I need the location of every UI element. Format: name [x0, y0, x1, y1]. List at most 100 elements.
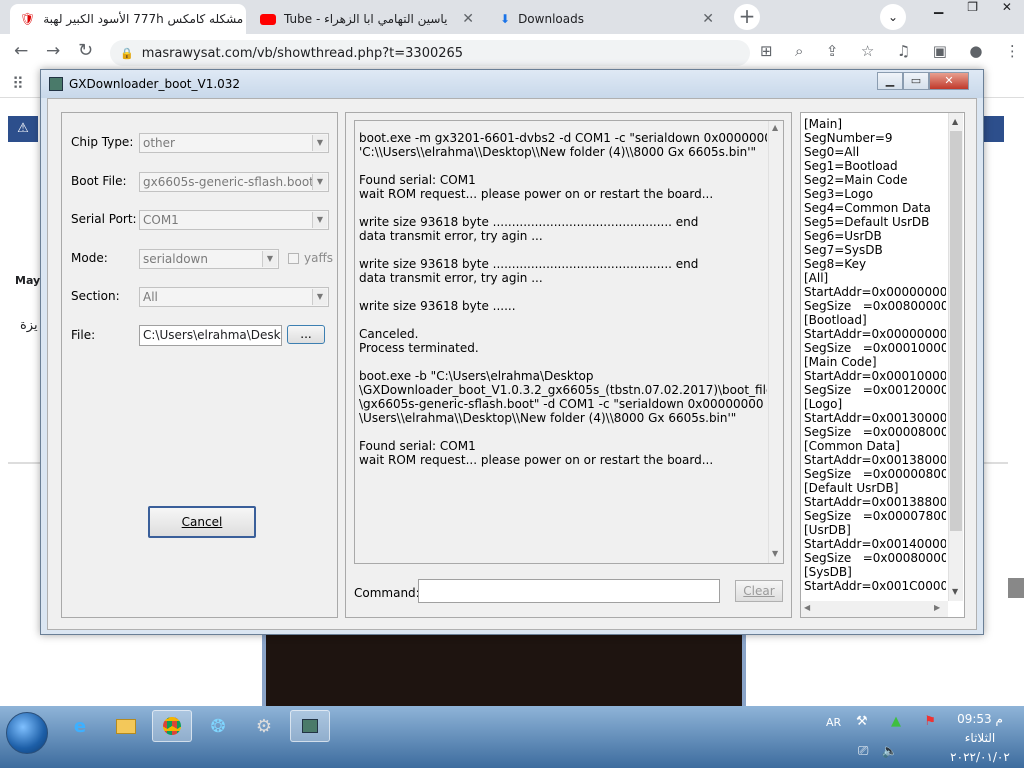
scroll-down-icon[interactable]: ▼: [772, 549, 778, 558]
config-panel[interactable]: [Main] SegNumber=9 Seg0=All Seg1=Bootloa…: [800, 112, 965, 618]
chevron-down-icon: ▼: [312, 135, 327, 151]
media-icon[interactable]: ♫: [897, 42, 910, 64]
yaffs-label: yaffs: [304, 251, 333, 265]
config-hscrollbar[interactable]: ◀ ▶: [801, 601, 948, 617]
tab-label: ياسين التهامي ابا الزهراء - Tube: [284, 12, 448, 26]
maximize-button[interactable]: ▭: [903, 72, 929, 90]
forward-icon[interactable]: →: [46, 41, 60, 61]
close-icon[interactable]: ✕: [1002, 0, 1012, 20]
file-path-input[interactable]: C:\Users\elrahma\Deskto: [139, 325, 282, 346]
downloader-window: GXDownloader_boot_V1.032 ▁ ▭ ✕ Chip Type…: [40, 69, 984, 635]
share-icon[interactable]: ⇪: [826, 42, 839, 64]
scroll-right-icon[interactable]: ▶: [934, 603, 940, 612]
window-titlebar: GXDownloader_boot_V1.032: [41, 70, 983, 98]
flag-icon[interactable]: ⚑: [924, 714, 936, 729]
youtube-icon: [260, 13, 276, 25]
cancel-button[interactable]: Cancel: [148, 506, 256, 538]
mode-value: serialdown: [143, 252, 208, 266]
chip-type-label: Chip Type:: [71, 135, 134, 149]
tray-icon[interactable]: ⚒: [856, 714, 868, 729]
address-bar[interactable]: 🔒 masrawysat.com/vb/showthread.php?t=330…: [110, 40, 750, 66]
log-output[interactable]: boot.exe -m gx3201-6601-dvbs2 -d COM1 -c…: [354, 120, 784, 564]
chevron-down-icon: ▼: [312, 289, 327, 305]
boot-file-select[interactable]: gx6605s-generic-sflash.boot ▼: [139, 172, 329, 192]
tray-icons-row2: ⎚ 🔈: [858, 744, 898, 759]
reload-icon[interactable]: ↻: [78, 40, 93, 61]
tab-label: مشكله كامكس 777h الأسود الكبير لهبة: [43, 12, 244, 26]
translate-icon[interactable]: ⊞: [760, 42, 773, 64]
explorer-icon[interactable]: [106, 710, 146, 742]
downloader-taskbar-icon[interactable]: [290, 710, 330, 742]
tab-2[interactable]: ياسين التهامي ابا الزهراء - Tube ✕: [250, 4, 484, 34]
menu-icon[interactable]: ⋮: [1005, 42, 1020, 64]
command-label: Command:: [354, 586, 420, 600]
serial-port-select[interactable]: COM1 ▼: [139, 210, 329, 230]
clock-date: ٢٠٢٢/٠١/٠٢: [950, 750, 1010, 764]
log-panel: boot.exe -m gx3201-6601-dvbs2 -d COM1 -c…: [345, 112, 792, 618]
scrollbar-thumb[interactable]: [1008, 578, 1024, 598]
boot-file-value: gx6605s-generic-sflash.boot: [143, 175, 314, 189]
clock[interactable]: 09:53 م الثلاثاء ٢٠٢٢/٠١/٠٢: [940, 710, 1020, 767]
scroll-up-icon[interactable]: ▲: [772, 123, 778, 132]
apps-icon[interactable]: ⠿: [12, 74, 24, 93]
scroll-left-icon[interactable]: ◀: [804, 603, 810, 612]
start-orb-icon[interactable]: [6, 712, 48, 754]
settings-panel: Chip Type: other ▼ Boot File: gx6605s-gen…: [61, 112, 338, 618]
lock-icon: 🔒: [120, 46, 134, 60]
chrome-icon[interactable]: [152, 710, 192, 742]
volume-icon[interactable]: 🔈: [882, 744, 898, 759]
minimize-icon[interactable]: ▁: [934, 0, 943, 20]
clear-button[interactable]: Clear: [735, 580, 783, 602]
section-value: All: [143, 290, 158, 304]
close-icon[interactable]: ✕: [462, 11, 474, 27]
serial-port-value: COM1: [143, 213, 179, 227]
clock-day: الثلاثاء: [964, 731, 996, 745]
tab-bar: 🛡 مشكله كامكس 777h الأسود الكبير لهبة ✕ …: [0, 0, 1024, 34]
restore-icon[interactable]: ❐: [967, 0, 978, 20]
browse-button[interactable]: ...: [287, 325, 325, 344]
tab-3[interactable]: ⬇ Downloads ✕: [490, 4, 724, 34]
tab-label: Downloads: [518, 12, 584, 26]
taskbar: e ❂ ⚙ AR ⚒ ▲ ⚑ ⎚ 🔈 09:53 م الثلاثاء ٢٠٢٢…: [0, 706, 1024, 768]
chevron-down-icon[interactable]: ⌄: [880, 4, 906, 30]
page-text: May: [15, 274, 41, 287]
section-select[interactable]: All ▼: [139, 287, 329, 307]
window-title: GXDownloader_boot_V1.032: [69, 77, 241, 91]
scroll-up-icon[interactable]: ▲: [952, 117, 958, 126]
network-icon[interactable]: ⎚: [858, 744, 868, 759]
chip-type-value: other: [143, 136, 175, 150]
new-tab-button[interactable]: +: [734, 4, 760, 30]
warning-icon: ⚠: [8, 116, 38, 142]
star-icon[interactable]: ☆: [861, 42, 874, 64]
app-icon[interactable]: ▲: [891, 714, 901, 729]
sidepanel-icon[interactable]: ▣: [933, 42, 947, 64]
config-scrollbar[interactable]: ▲ ▼: [948, 113, 963, 601]
tab-1[interactable]: 🛡 مشكله كامكس 777h الأسود الكبير لهبة ✕: [10, 4, 246, 34]
scroll-down-icon[interactable]: ▼: [952, 587, 958, 596]
back-icon[interactable]: ←: [14, 41, 28, 61]
close-button[interactable]: ✕: [929, 72, 969, 90]
log-scrollbar[interactable]: ▲ ▼: [768, 121, 783, 563]
mode-label: Mode:: [71, 251, 108, 265]
app-icon[interactable]: ❂: [198, 710, 238, 742]
profile-icon[interactable]: ●: [969, 42, 982, 64]
command-input[interactable]: [418, 579, 720, 603]
section-label: Section:: [71, 289, 120, 303]
boot-file-label: Boot File:: [71, 174, 127, 188]
clock-time: 09:53 م: [957, 712, 1003, 726]
download-icon: ⬇: [500, 12, 511, 26]
ie-icon[interactable]: e: [60, 710, 100, 742]
file-label: File:: [71, 328, 96, 342]
chevron-down-icon: ▼: [262, 251, 277, 267]
config-text: [Main] SegNumber=9 Seg0=All Seg1=Bootloa…: [804, 117, 946, 593]
minimize-button[interactable]: ▁: [877, 72, 903, 90]
close-icon[interactable]: ✕: [702, 11, 714, 27]
mode-select[interactable]: serialdown ▼: [139, 249, 279, 269]
serial-port-label: Serial Port:: [71, 212, 137, 226]
chip-type-select[interactable]: other ▼: [139, 133, 329, 153]
language-indicator[interactable]: AR: [826, 716, 841, 729]
yaffs-checkbox[interactable]: [288, 253, 299, 264]
app-icon[interactable]: ⚙: [244, 710, 284, 742]
scrollbar-thumb[interactable]: [950, 131, 962, 531]
zoom-icon[interactable]: ⌕: [795, 42, 803, 64]
